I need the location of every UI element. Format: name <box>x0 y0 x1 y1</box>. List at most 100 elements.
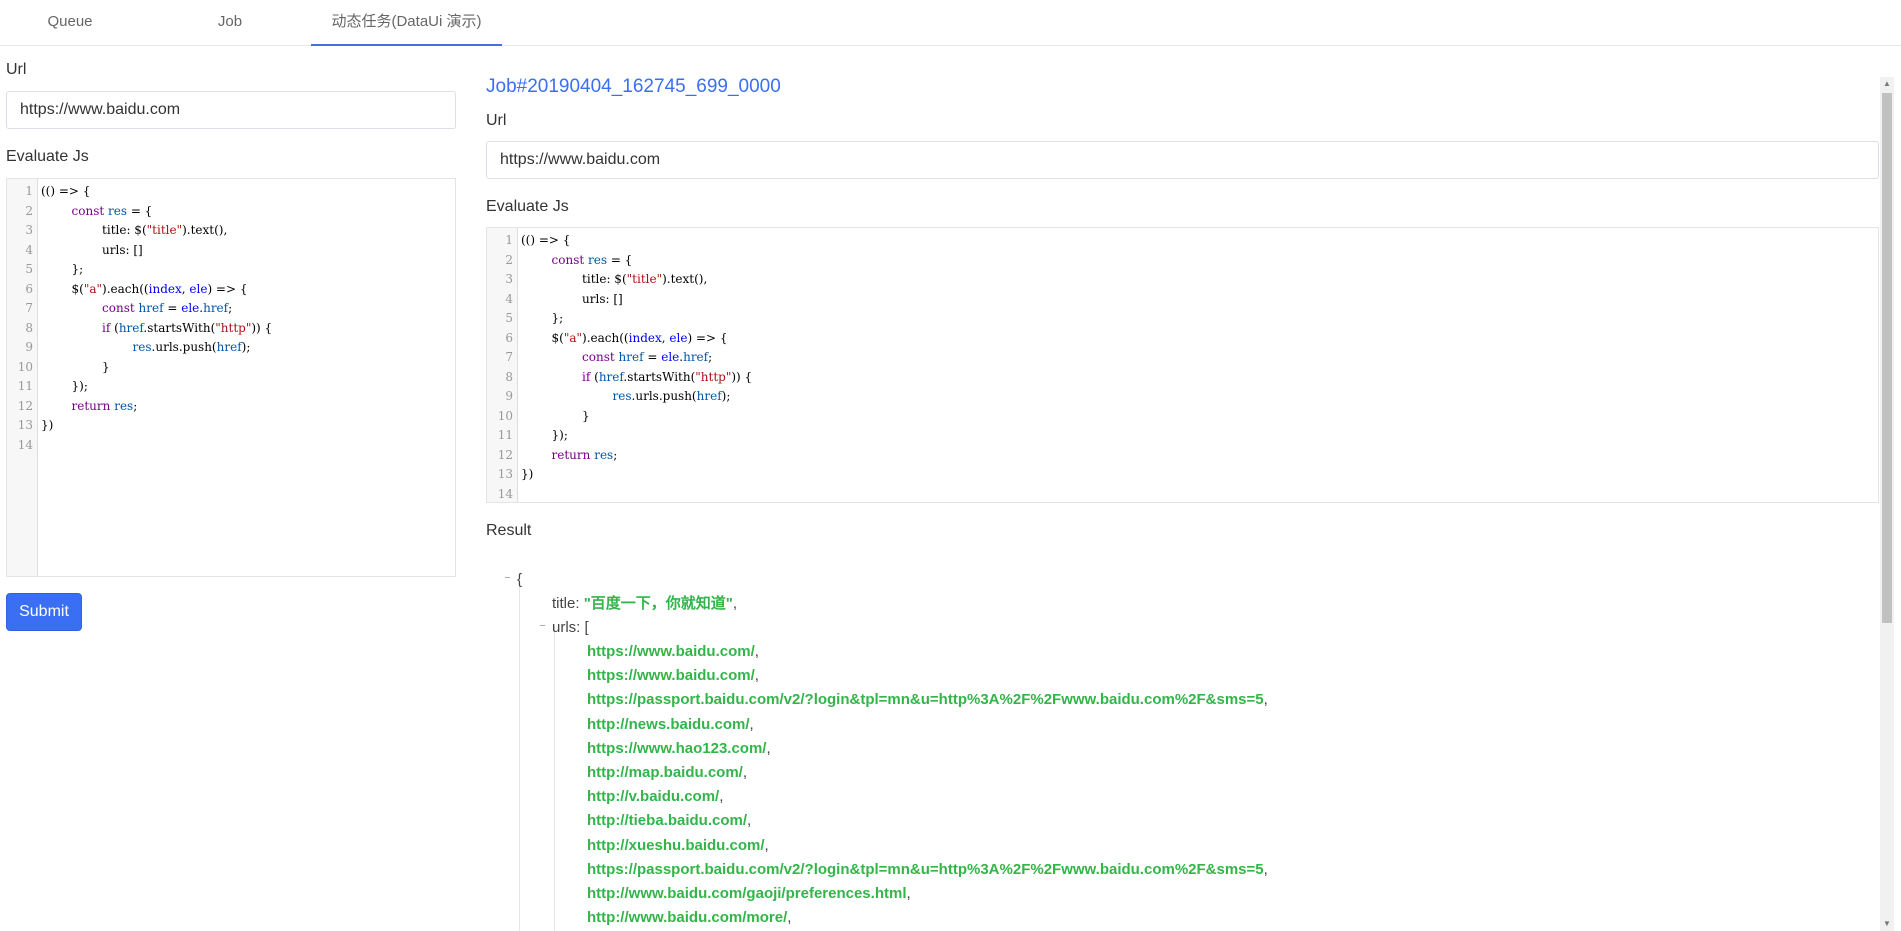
line-number: 1 <box>25 184 33 198</box>
code-text: }); <box>41 379 88 393</box>
json-comma: , <box>747 812 752 830</box>
code-text: urls: [] <box>521 291 623 306</box>
json-url-value: https://www.hao123.com/ <box>587 739 767 757</box>
code-text: $("a").each((index, ele) => { <box>41 281 248 296</box>
code-text: return res; <box>551 447 618 462</box>
json-comma: , <box>754 667 759 685</box>
line-number: 14 <box>497 486 513 501</box>
json-comma: , <box>749 715 754 733</box>
tab-bar: Queue Job 动态任务(DataUi 演示) <box>0 0 1901 46</box>
line-number: 6 <box>25 281 33 296</box>
line-number: 11 <box>17 379 33 393</box>
code-text: if (href.startsWith("http")) { <box>102 320 273 335</box>
result-label: Result <box>486 522 532 539</box>
left-code-editor[interactable]: 1 (() => { 2 const res = { 3 title: $("titl… <box>6 178 456 577</box>
json-comma: , <box>742 764 748 781</box>
json-comma: , <box>906 885 911 902</box>
code-text: urls: [] <box>41 242 143 257</box>
json-urls-open-bracket: [ <box>584 619 589 636</box>
json-comma: , <box>1263 691 1268 709</box>
line-number: 14 <box>17 437 33 452</box>
tab-job[interactable]: Job <box>160 0 300 46</box>
json-url-value: http://tieba.baidu.com/ <box>587 812 747 830</box>
page-scrollbar[interactable]: ▲ ▼ <box>1880 77 1894 931</box>
line-number: 7 <box>505 350 513 364</box>
result-json-viewer: − { title: "百度一下，你就知道", − urls: [ https:… <box>486 560 1876 931</box>
json-comma: , <box>719 788 724 806</box>
json-url-item: https://www.baidu.com/, <box>587 640 759 664</box>
code-text: }); <box>521 428 568 442</box>
code-text: }; <box>521 311 564 325</box>
line-number: 9 <box>25 340 33 354</box>
code-text: (() => { <box>41 184 91 198</box>
line-number: 2 <box>505 252 513 267</box>
tab-dynamic-task[interactable]: 动态任务(DataUi 演示) <box>311 0 502 46</box>
scroll-thumb[interactable] <box>1882 93 1892 623</box>
right-url-label: Url <box>486 112 507 129</box>
json-url-item: https://passport.baidu.com/v2/?login&tpl… <box>587 688 1268 712</box>
code-text: title: $("title").text(), <box>521 272 708 286</box>
json-title-row: title: "百度一下，你就知道", <box>552 592 737 616</box>
json-url-item: https://passport.baidu.com/v2/?login&tpl… <box>587 858 1268 882</box>
code-text: const res = { <box>71 203 153 218</box>
json-comma: , <box>1263 860 1268 878</box>
json-comma: , <box>787 909 792 927</box>
indent-guide <box>554 626 555 931</box>
json-url-item: http://www.baidu.com/more/, <box>587 906 791 930</box>
json-url-value: http://news.baidu.com/ <box>587 715 750 733</box>
json-url-value: http://www.baidu.com/gaoji/preferences.h… <box>587 885 907 902</box>
json-url-item: http://xueshu.baidu.com/, <box>587 834 769 858</box>
line-number: 11 <box>497 428 513 442</box>
code-text: return res; <box>71 398 138 413</box>
code-text: const href = ele.href; <box>582 350 713 364</box>
line-number: 13 <box>497 467 513 481</box>
code-text: }) <box>41 418 54 432</box>
json-url-value: https://passport.baidu.com/v2/?login&tpl… <box>587 860 1264 878</box>
json-url-item: https://www.baidu.com/, <box>587 664 759 688</box>
line-number: 2 <box>25 203 33 218</box>
json-url-value: https://www.baidu.com/ <box>587 643 755 660</box>
json-url-item: http://map.baidu.com/, <box>587 761 747 785</box>
right-url-input[interactable] <box>486 141 1879 179</box>
line-number: 6 <box>505 330 513 345</box>
json-comma: , <box>754 643 759 660</box>
line-number: 1 <box>505 233 513 247</box>
json-url-item: http://tieba.baidu.com/, <box>587 809 751 833</box>
left-url-label: Url <box>6 61 27 78</box>
json-open-brace: { <box>517 571 523 588</box>
submit-button[interactable]: Submit <box>6 593 82 631</box>
json-urls-key: urls: <box>552 619 581 636</box>
json-url-value: https://www.baidu.com/ <box>587 667 755 685</box>
code-text: res.urls.push(href); <box>132 340 251 354</box>
json-title-key: title: <box>552 595 580 612</box>
scroll-down-arrow-icon[interactable]: ▼ <box>1880 917 1894 931</box>
json-url-item: http://v.baidu.com/, <box>587 785 723 809</box>
code-text: }) <box>521 467 534 481</box>
right-code-editor[interactable]: 1 (() => {2 const res = {3 title: $("titl… <box>486 227 1879 503</box>
line-number: 10 <box>497 408 513 423</box>
line-number: 4 <box>505 291 513 306</box>
json-url-item: https://www.hao123.com/, <box>587 737 771 761</box>
left-url-input[interactable] <box>6 91 456 129</box>
json-url-value: http://www.baidu.com/more/ <box>587 909 788 927</box>
line-number: 3 <box>25 223 33 237</box>
json-comma: , <box>732 595 738 612</box>
tab-queue[interactable]: Queue <box>0 0 140 46</box>
scroll-up-arrow-icon[interactable]: ▲ <box>1880 77 1894 91</box>
json-url-item: http://news.baidu.com/, <box>587 713 754 737</box>
collapse-root-icon[interactable]: − <box>503 573 512 584</box>
code-text: res.urls.push(href); <box>612 389 731 403</box>
line-number: 5 <box>25 262 33 276</box>
json-url-value: https://passport.baidu.com/v2/?login&tpl… <box>587 691 1264 709</box>
line-number: 12 <box>17 398 33 413</box>
code-text: } <box>41 359 110 374</box>
collapse-urls-icon[interactable]: − <box>538 621 547 632</box>
line-number: 5 <box>505 311 513 325</box>
json-url-item: http://www.baidu.com/gaoji/preferences.h… <box>587 882 911 906</box>
code-text: const res = { <box>551 252 633 267</box>
line-number: 12 <box>497 447 513 462</box>
code-text: $("a").each((index, ele) => { <box>521 330 728 345</box>
code-text: title: $("title").text(), <box>41 223 228 237</box>
code-text: (() => { <box>521 233 571 247</box>
json-title-value: "百度一下，你就知道" <box>583 595 733 612</box>
